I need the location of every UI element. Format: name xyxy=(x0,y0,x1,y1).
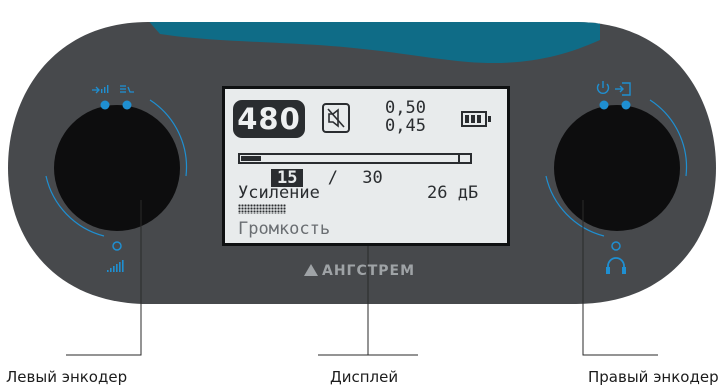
counter-total: 30 xyxy=(362,168,383,188)
progress-fill xyxy=(241,156,261,161)
left-indicator-2 xyxy=(122,100,132,110)
channel-number: 480 xyxy=(233,100,305,138)
progress-cap xyxy=(460,153,472,164)
counter-separator: / xyxy=(327,168,338,188)
value-top: 0,50 xyxy=(385,98,426,118)
value-bottom: 0,45 xyxy=(385,116,426,136)
brand-name: АНГСТРЕМ xyxy=(322,263,416,279)
brand-logo: АНГСТРЕМ xyxy=(304,263,415,279)
caption-display: Дисплей xyxy=(330,368,399,386)
left-indicator-1 xyxy=(100,100,110,110)
gain-value: 26 дБ xyxy=(427,183,479,203)
mute-icon xyxy=(322,103,350,133)
caption-left-encoder: Левый энкодер xyxy=(6,368,128,386)
right-indicator-2 xyxy=(621,100,631,110)
level-dots xyxy=(238,204,286,214)
brand-triangle-icon xyxy=(304,264,318,276)
battery-icon xyxy=(461,111,491,127)
progress-bar xyxy=(238,153,472,164)
gain-label: Усиление xyxy=(238,183,320,203)
caption-right-encoder: Правый энкодер xyxy=(588,368,719,386)
lcd-display: 480 0,50 0,45 15 / 30 Усиление 26 дБ Гро… xyxy=(222,86,510,246)
right-indicator-1 xyxy=(599,100,609,110)
volume-label: Громкость xyxy=(238,219,331,239)
left-encoder-knob[interactable] xyxy=(54,105,180,231)
right-encoder-knob[interactable] xyxy=(554,105,680,231)
value-readout: 0,50 0,45 xyxy=(385,99,426,135)
